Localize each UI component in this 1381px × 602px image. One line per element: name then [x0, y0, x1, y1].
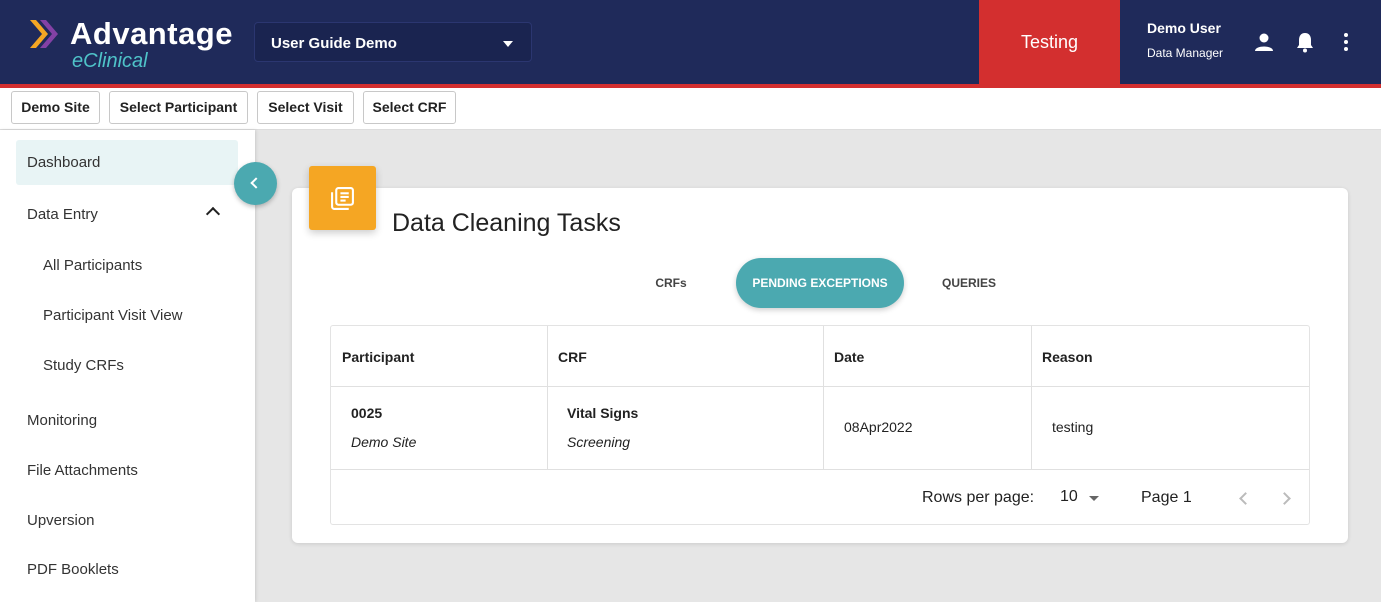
sidebar-item-upversion[interactable]: Upversion	[16, 498, 238, 543]
sidebar-item-label: PDF Booklets	[27, 561, 119, 578]
sidebar-item-participant-visit-view[interactable]: Participant Visit View	[16, 293, 238, 338]
user-role: Data Manager	[1147, 46, 1224, 60]
sidebar: Dashboard Data Entry All Participants Pa…	[0, 130, 255, 602]
rows-per-page-select[interactable]: 10	[1060, 488, 1078, 506]
chevron-up-icon	[205, 206, 221, 222]
tab-crfs[interactable]: CRFs	[642, 258, 700, 308]
data-cleaning-card: Data Cleaning Tasks CRFs PENDING EXCEPTI…	[292, 188, 1348, 543]
table-pagination: Rows per page: 10 Page 1	[331, 470, 1309, 526]
sidebar-item-label: All Participants	[43, 257, 143, 274]
person-icon[interactable]	[1252, 30, 1276, 54]
selection-bar: Demo Site Select Participant Select Visi…	[0, 88, 1381, 130]
participant-select-button[interactable]: Select Participant	[109, 91, 248, 124]
crf-name: Vital Signs	[567, 405, 639, 421]
column-header-participant[interactable]: Participant	[331, 326, 547, 387]
previous-page-icon[interactable]	[1239, 492, 1252, 505]
sidebar-item-monitoring[interactable]: Monitoring	[16, 398, 238, 443]
site-select-button[interactable]: Demo Site	[11, 91, 100, 124]
user-name: Demo User	[1147, 20, 1221, 36]
study-selector[interactable]: User Guide Demo	[254, 22, 532, 62]
top-bar: Advantage eClinical User Guide Demo Test…	[0, 0, 1381, 84]
collapse-sidebar-button[interactable]	[234, 162, 277, 205]
sidebar-item-data-entry[interactable]: Data Entry	[16, 192, 238, 237]
tab-queries[interactable]: QUERIES	[932, 258, 1006, 308]
cell-reason: testing	[1031, 387, 1309, 470]
column-header-crf[interactable]: CRF	[547, 326, 823, 387]
study-selector-value: User Guide Demo	[271, 35, 397, 52]
card-title: Data Cleaning Tasks	[392, 209, 621, 237]
dropdown-caret-icon	[1089, 496, 1099, 501]
crf-select-button[interactable]: Select CRF	[363, 91, 456, 124]
tab-pending-exceptions[interactable]: PENDING EXCEPTIONS	[736, 258, 904, 308]
dropdown-caret-icon	[503, 41, 513, 47]
rows-per-page-label: Rows per page:	[922, 489, 1035, 506]
page-indicator: Page 1	[1141, 489, 1192, 506]
visit-select-button[interactable]: Select Visit	[257, 91, 354, 124]
column-header-reason[interactable]: Reason	[1031, 326, 1309, 387]
column-header-date[interactable]: Date	[823, 326, 1031, 387]
environment-badge: Testing	[979, 0, 1120, 84]
crf-visit: Screening	[567, 434, 631, 450]
sidebar-item-label: Dashboard	[27, 154, 101, 171]
more-vert-icon[interactable]	[1334, 30, 1358, 54]
sidebar-item-pdf-booklets[interactable]: PDF Booklets	[16, 547, 238, 592]
cell-date: 08Apr2022	[823, 387, 1031, 470]
bell-icon[interactable]	[1293, 30, 1317, 54]
cell-crf: Vital Signs Screening	[547, 387, 823, 470]
logo[interactable]: Advantage eClinical	[28, 16, 248, 72]
user-info: Demo User Data Manager	[1147, 20, 1247, 60]
sidebar-item-label: Study CRFs	[43, 357, 124, 374]
logo-chevron-icon	[30, 20, 58, 48]
logo-title: Advantage	[70, 16, 233, 51]
exceptions-table: Participant CRF Date Reason 0025 Demo Si…	[330, 325, 1310, 525]
participant-id: 0025	[351, 405, 383, 421]
cell-participant: 0025 Demo Site	[331, 387, 547, 470]
exception-reason: testing	[1052, 419, 1094, 435]
sidebar-item-all-participants[interactable]: All Participants	[16, 243, 238, 288]
sidebar-item-label: Data Entry	[27, 206, 98, 223]
tasks-icon-badge	[309, 166, 376, 230]
sidebar-item-label: File Attachments	[27, 462, 138, 479]
sidebar-item-study-crfs[interactable]: Study CRFs	[16, 343, 238, 388]
logo-subtitle: eClinical	[72, 50, 148, 72]
participant-site: Demo Site	[351, 434, 417, 450]
library-books-icon	[331, 187, 354, 210]
sidebar-item-file-attachments[interactable]: File Attachments	[16, 448, 238, 493]
exception-date: 08Apr2022	[844, 419, 913, 435]
next-page-icon[interactable]	[1278, 492, 1291, 505]
sidebar-item-label: Participant Visit View	[43, 307, 183, 324]
sidebar-item-label: Monitoring	[27, 412, 98, 429]
sidebar-item-label: Upversion	[27, 512, 95, 529]
chevron-left-icon	[250, 177, 262, 189]
sidebar-item-dashboard[interactable]: Dashboard	[16, 140, 238, 185]
